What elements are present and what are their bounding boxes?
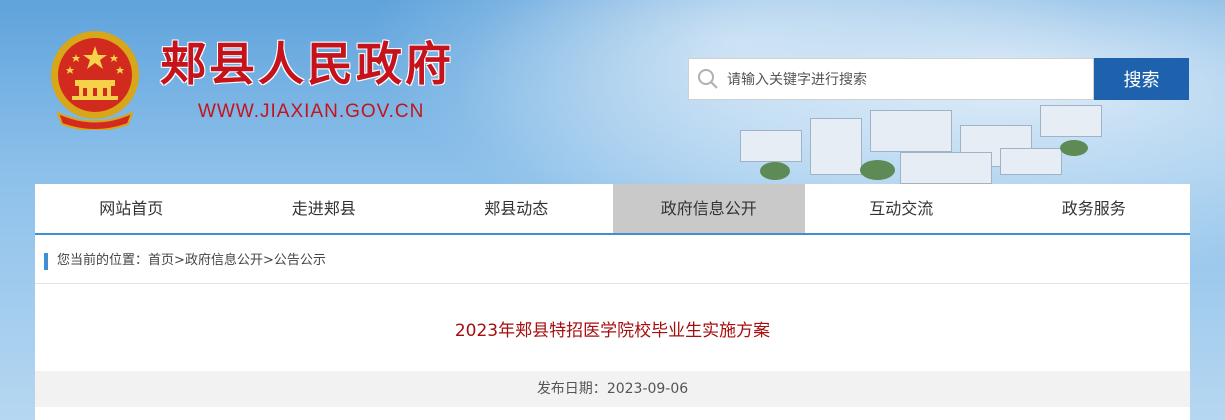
main-content: 网站首页 走进郏县 郏县动态 政府信息公开 互动交流 政务服务 您当前的位置：首…	[35, 184, 1190, 420]
breadcrumb-separator: >	[262, 253, 274, 268]
search-icon	[698, 69, 718, 89]
publish-date-label: 发布日期：	[536, 381, 607, 397]
breadcrumb-link-home[interactable]: 首页	[148, 253, 174, 268]
breadcrumb-separator: >	[174, 253, 185, 268]
cityscape-image	[700, 90, 1120, 185]
nav-item-gov-info[interactable]: 政府信息公开	[612, 184, 805, 233]
site-title: 郏县人民政府	[160, 37, 454, 91]
breadcrumb-prefix: 您当前的位置：	[57, 253, 149, 268]
nav-item-interaction[interactable]: 互动交流	[805, 184, 998, 233]
publish-date-value: 2023-09-06	[606, 381, 689, 397]
breadcrumb-marker	[44, 253, 48, 270]
breadcrumb: 您当前的位置：首页>政府信息公开>公告公示	[57, 250, 326, 272]
site-url: WWW.JIAXIAN.GOV.CN	[198, 101, 425, 122]
nav-item-home[interactable]: 网站首页	[35, 184, 228, 233]
main-nav: 网站首页 走进郏县 郏县动态 政府信息公开 互动交流 政务服务	[35, 184, 1190, 235]
nav-item-news[interactable]: 郏县动态	[420, 184, 613, 233]
breadcrumb-link-gov-info[interactable]: 政府信息公开	[185, 253, 263, 268]
publish-date-bar: 发布日期：2023-09-06	[35, 371, 1190, 407]
search-box	[688, 58, 1094, 101]
national-emblem-icon	[51, 31, 139, 130]
nav-item-about[interactable]: 走进郏县	[228, 184, 421, 233]
breadcrumb-link-announcements[interactable]: 公告公示	[274, 253, 326, 268]
breadcrumb-bar: 您当前的位置：首页>政府信息公开>公告公示	[35, 236, 1190, 284]
nav-item-services[interactable]: 政务服务	[998, 184, 1191, 233]
search-input[interactable]	[725, 59, 1089, 101]
article-title: 2023年郏县特招医学院校毕业生实施方案	[454, 321, 771, 341]
search-button[interactable]: 搜索	[1094, 58, 1189, 100]
